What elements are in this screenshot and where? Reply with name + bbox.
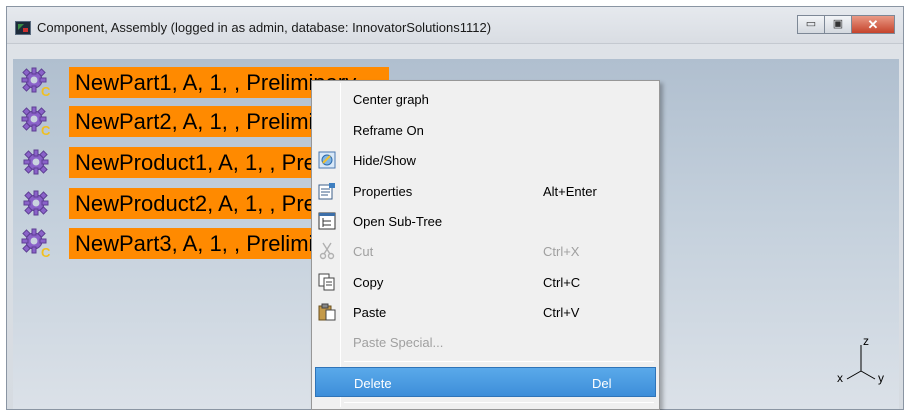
menu-item-label: Paste Special... xyxy=(353,335,444,350)
menu-item-shortcut: Ctrl+C xyxy=(543,275,581,290)
axis-x-label: x xyxy=(837,371,843,385)
app-icon xyxy=(15,21,31,35)
maximize-button[interactable]: ▣ xyxy=(824,15,851,34)
copy-icon xyxy=(318,273,335,291)
window-controls: ▭ ▣ ✕ xyxy=(797,15,895,34)
gear-c-icon: C xyxy=(21,67,51,97)
menu-item-shortcut: Del xyxy=(592,376,612,391)
axis-triad-icon: z x y xyxy=(837,335,884,385)
close-button[interactable]: ✕ xyxy=(851,15,895,34)
menu-item-hide-show[interactable]: Hide/Show xyxy=(315,145,656,175)
menu-item-paste[interactable]: Paste Ctrl+V xyxy=(315,297,656,327)
properties-icon xyxy=(318,183,335,200)
menu-item-cut[interactable]: Cut Ctrl+X xyxy=(315,236,656,266)
context-menu: Center graph Reframe On Hide/Show Proper… xyxy=(311,80,660,410)
menu-item-label: Hide/Show xyxy=(353,153,416,168)
axis-y-label: y xyxy=(878,371,884,385)
menu-item-shortcut: Ctrl+V xyxy=(543,305,580,320)
window-title: Component, Assembly (logged in as admin,… xyxy=(37,20,492,35)
menu-separator xyxy=(344,361,654,362)
scissors-icon xyxy=(319,242,335,260)
axis-z-label: z xyxy=(863,335,869,348)
menu-item-properties[interactable]: Properties Alt+Enter xyxy=(315,176,656,206)
menu-item-center-graph[interactable]: Center graph xyxy=(315,84,656,114)
hide-show-icon xyxy=(318,151,336,169)
paste-icon xyxy=(318,303,336,321)
menu-item-paste-special[interactable]: Paste Special... xyxy=(315,327,656,357)
menu-item-reframe-on[interactable]: Reframe On xyxy=(315,115,656,145)
menu-item-label: Reframe On xyxy=(353,123,424,138)
menu-item-shortcut: Ctrl+X xyxy=(543,244,580,259)
menu-item-shortcut: Alt+Enter xyxy=(543,184,597,199)
svg-text:C: C xyxy=(41,245,51,258)
gear-icon xyxy=(23,149,49,175)
menu-item-label: Center graph xyxy=(353,92,429,107)
subtree-icon xyxy=(318,212,336,230)
menu-item-open-sub-tree[interactable]: Open Sub-Tree xyxy=(315,206,656,236)
gear-c-icon: C xyxy=(21,106,51,136)
menu-separator xyxy=(344,402,654,403)
menu-item-label: Properties xyxy=(353,184,413,199)
svg-text:C: C xyxy=(41,84,51,97)
gear-c-icon: C xyxy=(21,228,51,258)
minimize-button[interactable]: ▭ xyxy=(797,15,824,34)
menu-item-copy[interactable]: Copy Ctrl+C xyxy=(315,267,656,297)
menu-item-label: Delete xyxy=(354,376,392,391)
svg-text:C: C xyxy=(41,123,51,136)
menu-item-label: Open Sub-Tree xyxy=(353,214,443,229)
title-bar[interactable]: Component, Assembly (logged in as admin,… xyxy=(7,7,903,44)
gear-icon xyxy=(23,190,49,216)
menu-item-label: Cut xyxy=(353,244,374,259)
menu-item-label: Copy xyxy=(353,275,384,290)
menu-item-delete[interactable]: Delete Del xyxy=(315,367,656,397)
menu-item-label: Paste xyxy=(353,305,387,320)
